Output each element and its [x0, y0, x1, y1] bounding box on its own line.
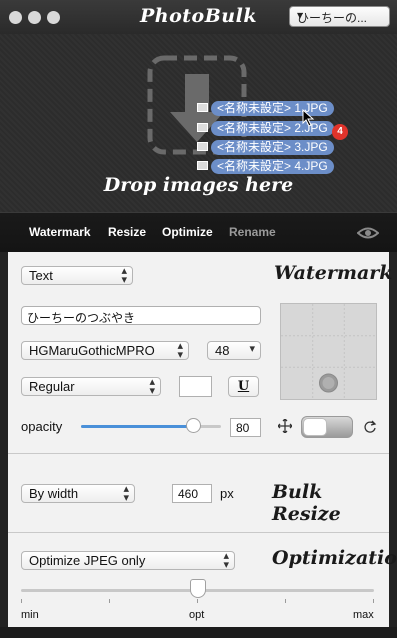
slider-tick: [373, 599, 374, 603]
resize-width-field[interactable]: 460: [172, 484, 212, 503]
underline-button[interactable]: U: [228, 376, 259, 397]
watermark-type-popup[interactable]: Text ▴ ▾: [21, 265, 133, 286]
drop-hint: Drop images here: [103, 174, 294, 196]
resize-section-title: Bulk Resize: [272, 481, 341, 525]
file-item: <名称未設定> 4.JPG: [211, 159, 334, 174]
updown-chevron-icon: ▴ ▾: [149, 376, 155, 397]
tab-watermark[interactable]: Watermark: [29, 225, 91, 239]
toggle-knob: [303, 418, 327, 436]
tab-resize[interactable]: Resize: [108, 225, 146, 239]
move-icon[interactable]: [278, 419, 292, 433]
optimization-slider-knob[interactable]: [189, 579, 206, 598]
tab-optimize[interactable]: Optimize: [162, 225, 213, 239]
file-thumbnail-icon: [197, 103, 208, 112]
drop-zone[interactable]: <名称未設定> 1.JPG <名称未設定> 2.JPG <名称未設定> 3.JP…: [0, 34, 397, 212]
font-style-value: Regular: [29, 379, 75, 394]
color-well[interactable]: [179, 376, 212, 397]
font-value: HGMaruGothicMPRO: [29, 343, 155, 358]
slider-tick: [21, 599, 22, 603]
watermark-text-value: ひーちーのつぶやき: [27, 311, 136, 325]
file-count-badge: 4: [332, 124, 348, 140]
resize-mode-popup[interactable]: By width ▴ ▾: [21, 483, 135, 504]
updown-chevron-icon: ▴ ▾: [121, 265, 127, 286]
opacity-value-field[interactable]: 80: [230, 418, 261, 437]
opacity-slider[interactable]: [81, 418, 221, 433]
optimize-mode-value: Optimize JPEG only: [29, 553, 146, 568]
divider: [8, 532, 389, 533]
watermark-text-input[interactable]: ひーちーのつぶやき: [21, 306, 261, 325]
resize-unit-label: px: [220, 486, 234, 501]
title-bar: PhotoBulk ひーちーの... ▾: [0, 0, 397, 34]
updown-chevron-icon: ▴ ▾: [177, 340, 183, 361]
updown-chevron-icon: ▴ ▾: [223, 550, 229, 571]
watermark-type-value: Text: [29, 268, 53, 283]
resize-width-value: 460: [178, 487, 199, 501]
slider-tick: [197, 599, 198, 603]
slider-max-label: max: [353, 609, 374, 621]
watermark-toggle[interactable]: [301, 416, 353, 438]
watermark-section-title: Watermark: [274, 262, 393, 284]
resize-mode-value: By width: [29, 486, 79, 501]
file-thumbnail-icon: [197, 142, 208, 151]
chevron-down-icon: ▾: [249, 343, 255, 355]
slider-min-label: min: [21, 609, 39, 621]
rotate-icon[interactable]: [363, 420, 377, 434]
optimize-mode-popup[interactable]: Optimize JPEG only ▴ ▾: [21, 550, 235, 571]
font-size-value: 48: [215, 343, 230, 358]
updown-chevron-icon: ▴ ▾: [123, 483, 129, 504]
opacity-slider-knob[interactable]: [186, 418, 201, 433]
preset-popup[interactable]: ひーちーの... ▾: [289, 6, 390, 27]
slider-tick: [109, 599, 110, 603]
font-style-popup[interactable]: Regular ▴ ▾: [21, 376, 161, 397]
opacity-slider-fill: [81, 425, 193, 428]
opacity-label: opacity: [21, 419, 63, 434]
slider-tick: [285, 599, 286, 603]
tab-rename[interactable]: Rename: [229, 225, 276, 239]
cursor-icon: [302, 109, 315, 127]
chevron-down-icon: ▾: [297, 8, 304, 22]
position-grid: [281, 304, 376, 399]
font-size-combo[interactable]: 48 ▾: [207, 341, 261, 360]
slider-opt-label: opt: [189, 609, 205, 621]
tab-bar: Watermark Resize Optimize Rename: [0, 212, 397, 252]
divider: [8, 453, 389, 454]
app-window: PhotoBulk ひーちーの... ▾ <名称未設定> 1.JPG <名称未設…: [0, 0, 397, 638]
watermark-position-preview[interactable]: [280, 303, 377, 400]
file-thumbnail-icon: [197, 123, 208, 132]
font-popup[interactable]: HGMaruGothicMPRO ▴ ▾: [21, 340, 189, 361]
opacity-value: 80: [236, 421, 250, 435]
settings-panel: Text ▴ ▾ Watermark ひーちーのつぶやき HGMaruGothic…: [8, 252, 397, 627]
optimization-section-title: Optimization: [272, 547, 397, 569]
file-item: <名称未設定> 3.JPG: [211, 140, 334, 155]
eye-icon[interactable]: [357, 226, 379, 240]
window-bottom-edge: [0, 627, 397, 638]
optimization-slider[interactable]: [21, 579, 374, 598]
file-thumbnail-icon: [197, 161, 208, 170]
